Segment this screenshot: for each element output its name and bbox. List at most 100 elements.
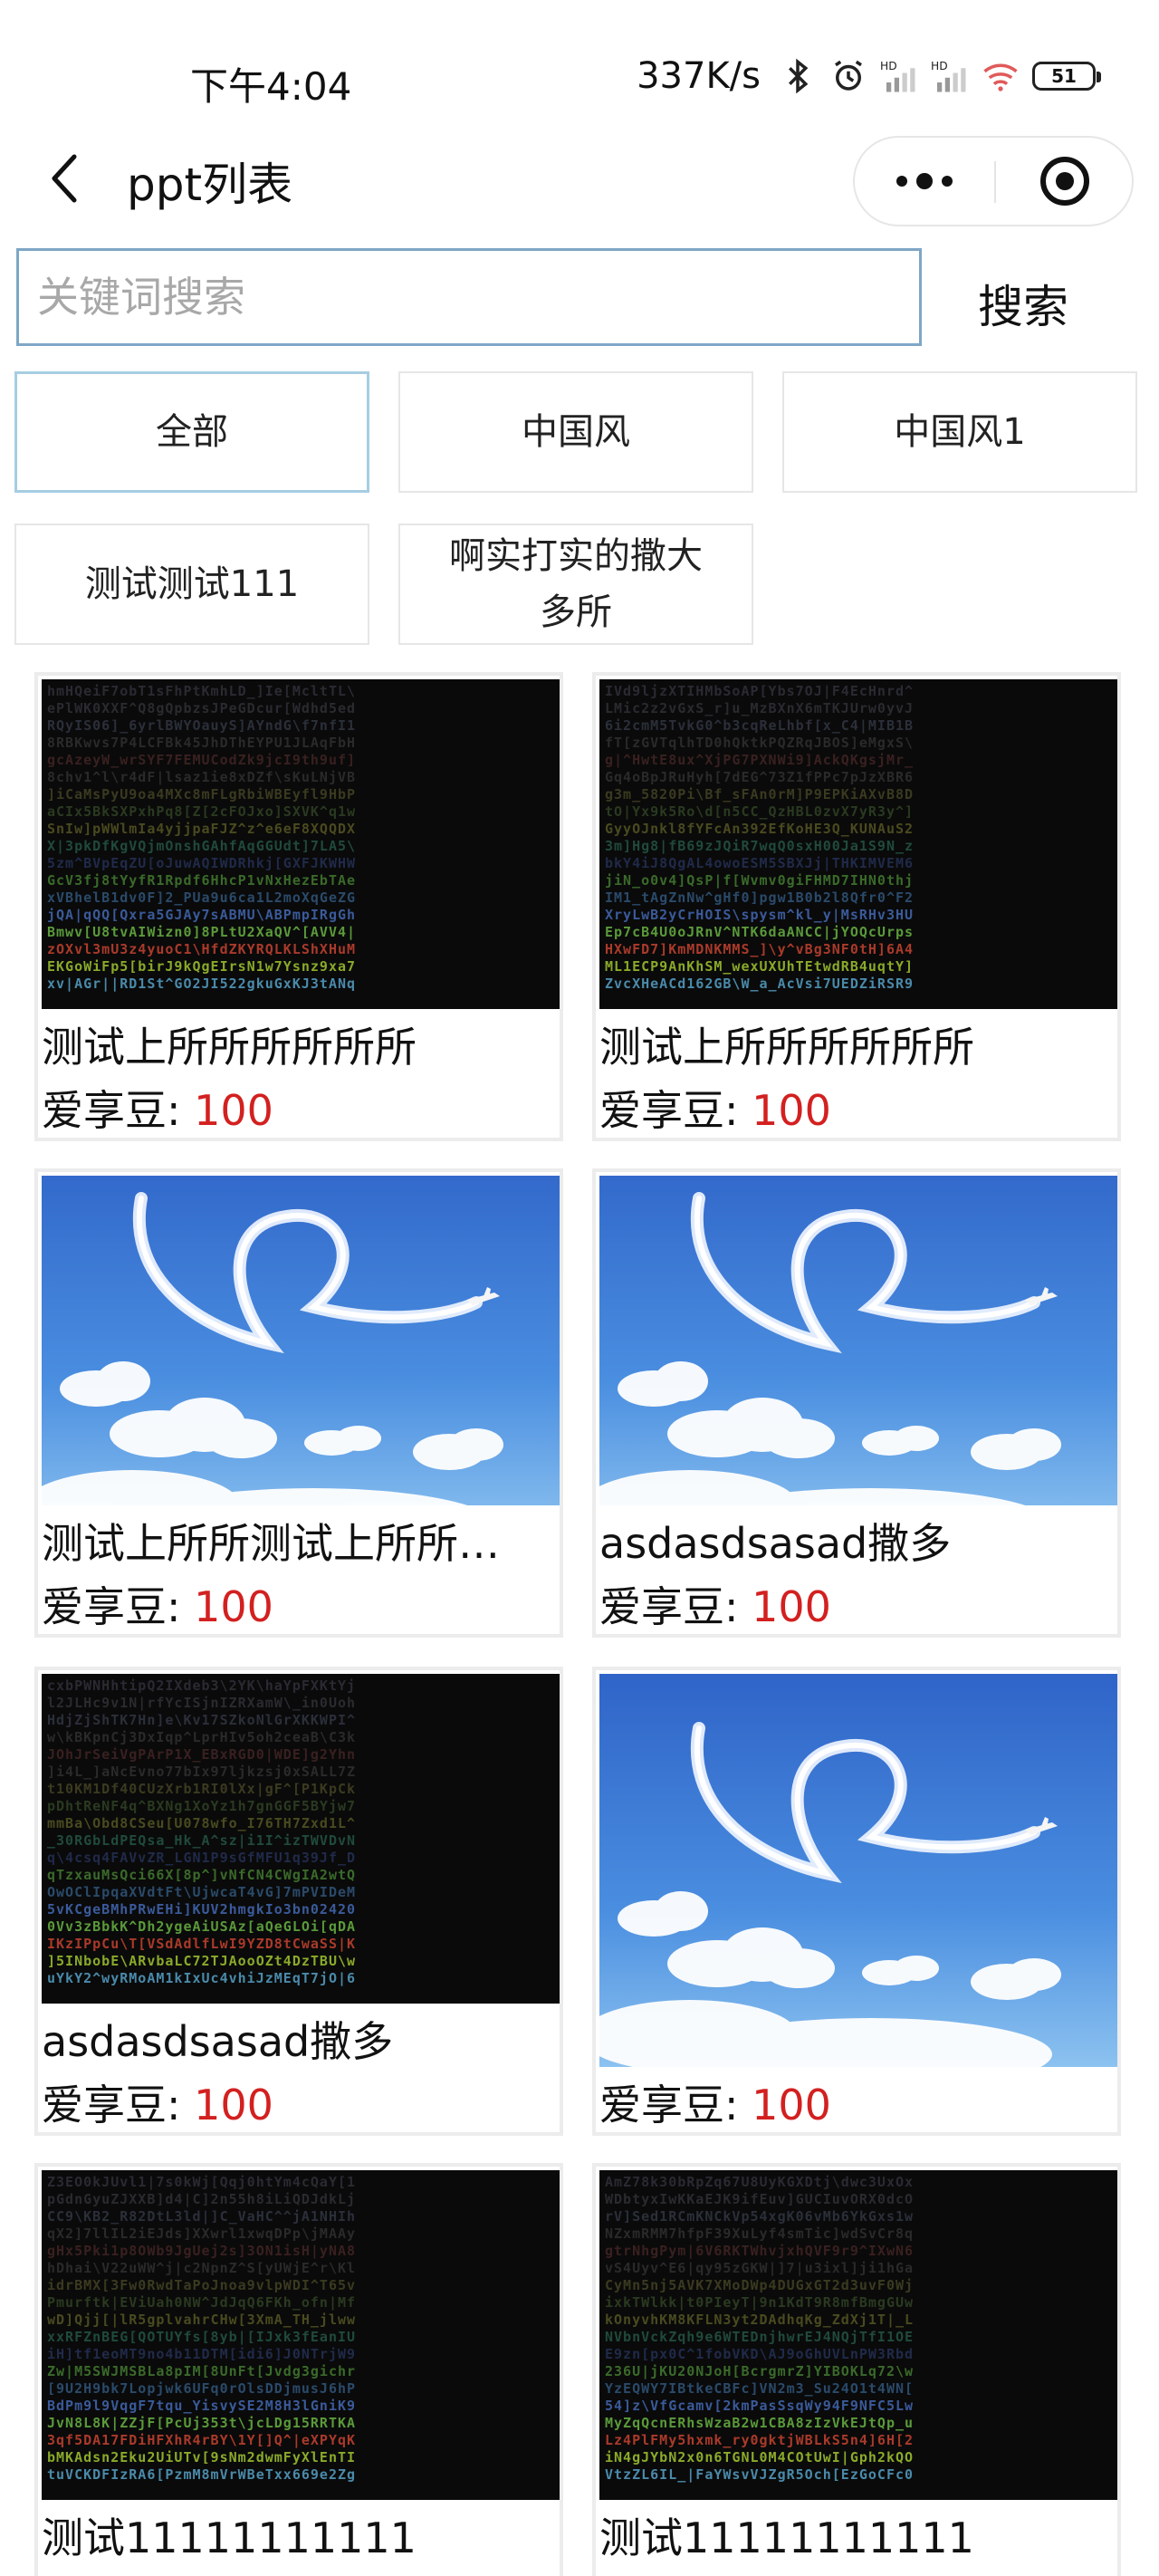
card-price: 爱享豆: 100 bbox=[42, 1085, 273, 1136]
card-title: 测试上所所所所所所 bbox=[42, 1023, 417, 1072]
code-texture-row: iH]tf1eoMT9no4b11DTM[idi6]J0NTrjW9 bbox=[47, 2346, 357, 2362]
code-texture-row: Zw|M5SWJMSBLa8pIM[8UnFt[Jvdg3gichr bbox=[47, 2363, 357, 2379]
code-texture-row: HXwFD7]KmMDNKMMS_]\y^vBg3NF0tH]6A4 bbox=[605, 941, 915, 957]
category-all[interactable]: 全部 bbox=[14, 371, 369, 493]
card-price: 爱享豆: 100 bbox=[42, 1581, 273, 1632]
code-texture-row: AmZ78k30bRpZq67U8UyKGXDtj\dwc3UxOx bbox=[605, 2174, 915, 2190]
code-texture-row: ML1ECP9AnKhSM_wexUXUhTEtwdRB4uqtY] bbox=[605, 958, 915, 975]
card-price: 爱享豆: 100 bbox=[599, 1581, 831, 1632]
price-value: 100 bbox=[752, 2081, 831, 2129]
code-texture-row: VtzZL6IL_|FaYWsvVJZgR5Och[EzGoCFc0 bbox=[605, 2466, 915, 2483]
code-texture-row: 54]z\VfGcamv[2kmPasSsqWy94F9NFC5Lw bbox=[605, 2398, 915, 2414]
ppt-card[interactable]: cxbPWNHhtipQ2IXdeb3\2YK\haYpFXKtYj l2JLHc… bbox=[34, 1667, 563, 2136]
code-texture-row: g3m_5820Pi\Bf_sFAn0rM]P9EPKiAXvB8D bbox=[605, 786, 915, 803]
code-texture-row: NZxmRMM7hfpF39XuLyf4smTic]wdSvCr8q bbox=[605, 2225, 915, 2242]
code-texture-row: uYkY2^wyRMoAM1kIxUc4vhiJzMEqT7jO|6 bbox=[47, 1970, 357, 1986]
code-texture-row: tuVCKDFIzRA6[PzmM8mVrWBeTxx669e2Zg bbox=[47, 2466, 357, 2483]
code-texture-row: ]i4L_]aNcEvno77bIx97ljkzsj0xSALL7Z bbox=[47, 1764, 357, 1780]
code-texture-row: NVbnVckZqh9e6WTEDnjhwrEJ4NQjTfI1OE bbox=[605, 2329, 915, 2345]
ppt-card[interactable]: IVd9ljzXTIHMbSoAP[Ybs7OJ|F4EcHnrd^ LMic2z… bbox=[592, 672, 1121, 1141]
code-texture-row: [9U2H9bk7Lopjwk6UFq0rOlsDDjmusJ6hP bbox=[47, 2380, 357, 2397]
ppt-card[interactable]: hmHQeiF7obT1sFhPtKmhLD_]Ie[McltTL\ ePlWK0… bbox=[34, 672, 563, 1141]
card-price: 爱享豆: 100 bbox=[42, 2080, 273, 2130]
svg-text:HD: HD bbox=[880, 60, 897, 72]
code-texture-row: GyyOJnkl8fYFcAn392EfKoHE3Q_KUNAuS2 bbox=[605, 821, 915, 837]
code-texture-row: MyZqQcnERhsWzaB2w1CBA8zIzVkEJtQp_u bbox=[605, 2415, 915, 2431]
category-chinese-style[interactable]: 中国风 bbox=[398, 371, 753, 493]
code-texture-row: rV]Sed1RCmKNCkVp54xgK06vMb6YkGxs1w bbox=[605, 2208, 915, 2225]
net-speed: 337K/s bbox=[637, 55, 761, 97]
code-texture-row: Lz4PlFMy5hxmk_ry0gktjWBLkS5n4]6H[2 bbox=[605, 2432, 915, 2448]
mini-program-capsule bbox=[853, 136, 1134, 226]
code-texture-row: w\kBKpnCj3DxIqp^LprHIv5oh2ceaB\C3k bbox=[47, 1729, 357, 1745]
search-button[interactable]: 搜索 bbox=[942, 263, 1105, 344]
code-texture-row: JOhJrSeiVgPArP1X_EBxRGD0|WDE]g2Yhn bbox=[47, 1746, 357, 1763]
back-button[interactable] bbox=[36, 147, 91, 210]
price-label: 爱享豆: bbox=[599, 1086, 739, 1135]
code-texture-row: t10KM1Df40CUzXrb1RI0lXx|gF^[P1KpCk bbox=[47, 1781, 357, 1797]
code-texture-row: IM1_tAgZnNw^gHf0]pgw1B0b2l8Qfr0^F2 bbox=[605, 889, 915, 906]
signal-icon: HD bbox=[931, 60, 966, 92]
code-texture-row: ]5INbobE\ARvbaLC72TJAooOZt4DzTBU\w bbox=[47, 1953, 357, 1969]
code-texture-row: JvN8L8K|ZZjF[PcUj353t\jcLDg15RRTKA bbox=[47, 2415, 357, 2431]
code-texture-row: pDhtReNF4q^BXNg1XoYz1h7gnGGF5BYjw7 bbox=[47, 1798, 357, 1814]
code-texture-row: YzEQWY7IBtkeCBFc]VN2m3_Su24O1t4WN[ bbox=[605, 2380, 915, 2397]
svg-text:HD: HD bbox=[931, 60, 948, 72]
code-texture-row: LMic2z2vGxS_r]u_MzBXnX6mTKJUrw0yvJ bbox=[605, 700, 915, 716]
code-texture-row: 8RBKwvs7P4LCFBk45JhDThEYPU1JLAqFbH bbox=[47, 735, 357, 751]
ppt-thumbnail-code: Z3EO0kJUvl1|7s0kWj[Qqj0htYm4cQaY[1 pGdnGy… bbox=[42, 2170, 560, 2500]
code-texture-row: _30RGbLdPEQsa_Hk_A^sz|i1I^izTWVDvN bbox=[47, 1832, 357, 1849]
close-mini-program-button[interactable] bbox=[996, 138, 1134, 225]
card-price: 爱享豆: 100 bbox=[599, 2080, 831, 2130]
code-texture-row: ZvcXHeACd162GB\W_a_AcVsi7UEDZiRSR9 bbox=[605, 976, 915, 992]
code-texture-row: OwOClIpqaXVdtFt\UjwcaT4vG]7mPVIDeM bbox=[47, 1884, 357, 1900]
ppt-card[interactable]: AmZ78k30bRpZq67U8UyKGXDtj\dwc3UxOx WDbtyx… bbox=[592, 2163, 1121, 2576]
ppt-card[interactable]: 测试上所所测试上所所… 爱享豆: 100 bbox=[34, 1168, 563, 1638]
code-texture-row: fT[zGVTqlhTD0hQktkPQZRqJBOS]eMgxS\ bbox=[605, 735, 915, 751]
code-texture-row: g|^HwtE8ux^XjPG7PXNWi9]AckQKgsjMr_ bbox=[605, 752, 915, 768]
more-button[interactable] bbox=[855, 138, 994, 225]
code-texture-row: 6i2cmM5TvkG0^b3cqReLhbf[x_C4|MIB1B bbox=[605, 717, 915, 734]
price-label: 爱享豆: bbox=[599, 2081, 739, 2129]
more-dots-icon bbox=[896, 173, 953, 189]
code-texture-row: ]iCaMsPyU9oa4MXc8mFLgRbiWBEyfl9HbP bbox=[47, 786, 357, 803]
price-value: 100 bbox=[752, 1086, 831, 1135]
ppt-thumbnail-code: AmZ78k30bRpZq67U8UyKGXDtj\dwc3UxOx WDbtyx… bbox=[599, 2170, 1117, 2500]
category-chinese-style-1[interactable]: 中国风1 bbox=[782, 371, 1137, 493]
code-texture-row: IKzIPpCu\T[VSdAdlfLwI9YZD8tCwaSS|K bbox=[47, 1936, 357, 1952]
price-value: 100 bbox=[752, 1582, 831, 1631]
code-texture-row: 3qf5DA17FDiHFXhR4rBY\1Y[]Q^|eXPYqK bbox=[47, 2432, 357, 2448]
code-texture-row: vS4Uyv^E6|qy95zGKW|]7|u3ixl]ji1hGa bbox=[605, 2260, 915, 2276]
code-texture-row: Gq4oBpJRuHyh[7dEG^73Z1fPPc7pJzXBR6 bbox=[605, 769, 915, 785]
category-misc[interactable]: 啊实打实的撒大多所 bbox=[398, 524, 753, 645]
code-texture-row: gtrNhgPym|6V6RKTWhvjxhQVF9r9^IXwN6 bbox=[605, 2243, 915, 2259]
code-texture-row: wD]Qjj[|lR5gplvahrCHw[3XmA_TH_jlww bbox=[47, 2312, 357, 2328]
code-texture-row: RQyIS06]_6yrlBWYOauyS]AYndG\f7nfI1 bbox=[47, 717, 357, 734]
search-input[interactable] bbox=[16, 248, 922, 346]
ppt-card[interactable]: asdasdsasad撒多 爱享豆: 100 bbox=[592, 1168, 1121, 1638]
code-texture-row: idrBMX[3Fw0RwdTaPoJnoa9vlpWDI^T65v bbox=[47, 2277, 357, 2293]
price-label: 爱享豆: bbox=[42, 1086, 181, 1135]
category-test-111[interactable]: 测试测试111 bbox=[14, 524, 369, 645]
ppt-thumbnail-code: hmHQeiF7obT1sFhPtKmhLD_]Ie[McltTL\ ePlWK0… bbox=[42, 679, 560, 1009]
code-texture-row: XryLwB2yCrHOIS\spysm^kl_y|MsRHv3HU bbox=[605, 907, 915, 923]
ppt-card[interactable]: 爱享豆: 100 bbox=[592, 1667, 1121, 2136]
ppt-card[interactable]: Z3EO0kJUvl1|7s0kWj[Qqj0htYm4cQaY[1 pGdnGy… bbox=[34, 2163, 563, 2576]
card-price: 爱享豆: 100 bbox=[599, 1085, 831, 1136]
ppt-thumbnail-sky bbox=[599, 1674, 1117, 2067]
code-texture-row: xxRFZnBEG[QOTUYfs[8yb|[IJxk3fEanIU bbox=[47, 2329, 357, 2345]
code-texture-row: HdjZjShTK7Hn]e\Kv17SZkoNlGrXKKWPI^ bbox=[47, 1712, 357, 1728]
ppt-thumbnail-code: cxbPWNHhtipQ2IXdeb3\2YK\haYpFXKtYj l2JLHc… bbox=[42, 1674, 560, 2004]
code-texture-row: Pmurftk|EViUah0NW^JdJqQ6FKh_ofn|Mf bbox=[47, 2294, 357, 2311]
code-texture-row: kOnyvhKM8KFLN3yt2DAdhqKg_ZdXj1T|_L bbox=[605, 2312, 915, 2328]
code-texture-row: gHx5Pki1p8OWb9JgUej2s]3ON1isH|yNA8 bbox=[47, 2243, 357, 2259]
card-title: asdasdsasad撒多 bbox=[599, 1519, 952, 1568]
status-time: 下午4:04 bbox=[190, 64, 352, 109]
code-texture-row: qX2]7llIL2iEJds]XXwrl1xwqDPp\jMAAy bbox=[47, 2225, 357, 2242]
target-close-icon bbox=[1040, 157, 1089, 206]
price-label: 爱享豆: bbox=[42, 2081, 181, 2129]
nav-bar: ppt列表 bbox=[0, 127, 1159, 235]
code-texture-row: WDbtyxIwKKaEJK9ifEuv]GUCIuvORX0dcO bbox=[605, 2191, 915, 2207]
price-label: 爱享豆: bbox=[42, 1582, 181, 1631]
code-texture-row: tO|Yx9k5Ro\d[n5CC_QzHBL0zvX7yR3y^] bbox=[605, 803, 915, 820]
